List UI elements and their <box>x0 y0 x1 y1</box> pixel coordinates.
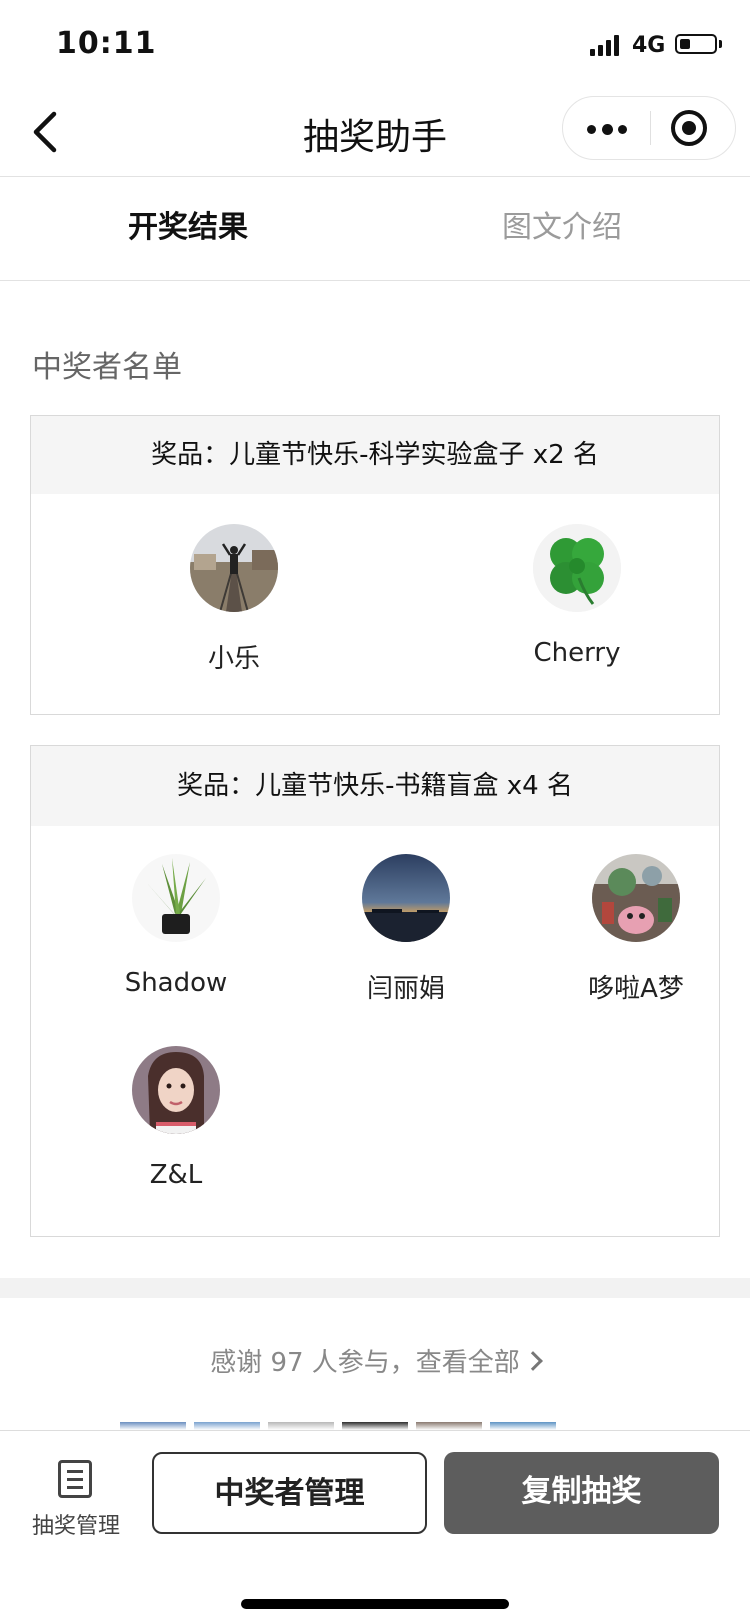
avatar <box>362 854 450 942</box>
status-time: 10:11 <box>56 26 157 61</box>
winner-item[interactable]: 小乐 <box>134 524 334 675</box>
participant-avatar[interactable] <box>120 1422 186 1430</box>
copy-lottery-button[interactable]: 复制抽奖 <box>444 1452 719 1534</box>
section-title: 中奖者名单 <box>32 350 182 385</box>
winner-item[interactable]: Cherry <box>477 524 677 668</box>
winner-name: Cherry <box>533 638 621 668</box>
network-label: 4G <box>632 33 666 58</box>
home-indicator <box>241 1599 509 1609</box>
more-icon[interactable] <box>583 113 631 145</box>
winner-name: Shadow <box>124 968 228 998</box>
winner-item[interactable]: Shadow <box>76 854 276 998</box>
section-separator <box>0 1278 750 1298</box>
prize-card-1: 奖品：儿童节快乐-科学实验盒子 x2 名 小乐 Cherry <box>30 415 720 715</box>
prize-card-2: 奖品：儿童节快乐-书籍盲盒 x4 名 Shadow 闫丽娟 哆啦A梦 Z&L <box>30 745 720 1237</box>
avatar <box>533 524 621 612</box>
close-target-icon[interactable] <box>671 110 707 146</box>
avatar <box>132 1046 220 1134</box>
avatar <box>592 854 680 942</box>
bottom-bar-divider <box>0 1430 750 1431</box>
miniprogram-capsule <box>562 96 736 160</box>
prize-header: 奖品：儿童节快乐-科学实验盒子 x2 名 <box>31 416 719 494</box>
avatar <box>132 854 220 942</box>
battery-tip <box>719 40 722 48</box>
tab-results[interactable]: 开奖结果 <box>128 202 248 246</box>
participant-avatar[interactable] <box>268 1422 334 1430</box>
chevron-right-icon <box>522 1350 543 1371</box>
winner-item[interactable]: 哆啦A梦 <box>536 854 736 1005</box>
battery-icon <box>675 34 717 54</box>
winner-manage-button[interactable]: 中奖者管理 <box>152 1452 427 1534</box>
participants-text: 感谢 97 人参与，查看全部 <box>210 1348 520 1378</box>
nav-divider <box>0 176 750 177</box>
participant-avatar[interactable] <box>416 1422 482 1430</box>
tab-intro[interactable]: 图文介绍 <box>502 202 622 246</box>
winner-name: 哆啦A梦 <box>588 974 684 1004</box>
manage-label[interactable]: 抽奖管理 <box>20 1508 132 1540</box>
winner-name: 小乐 <box>207 644 260 674</box>
winner-item[interactable]: Z&L <box>76 1046 276 1190</box>
participant-avatar[interactable] <box>342 1422 408 1430</box>
winner-name: Z&L <box>149 1160 203 1190</box>
capsule-divider <box>650 111 651 145</box>
avatar <box>190 524 278 612</box>
tabs-divider <box>0 280 750 281</box>
list-icon[interactable] <box>58 1460 92 1498</box>
prize-header: 奖品：儿童节快乐-书籍盲盒 x4 名 <box>31 746 719 826</box>
signal-icon <box>590 34 624 56</box>
winner-item[interactable]: 闫丽娟 <box>306 854 506 1005</box>
participant-avatar[interactable] <box>194 1422 260 1430</box>
winner-name: 闫丽娟 <box>366 974 445 1004</box>
participants-link[interactable]: 感谢 97 人参与，查看全部 <box>0 1342 750 1379</box>
participant-avatar[interactable] <box>490 1422 556 1430</box>
